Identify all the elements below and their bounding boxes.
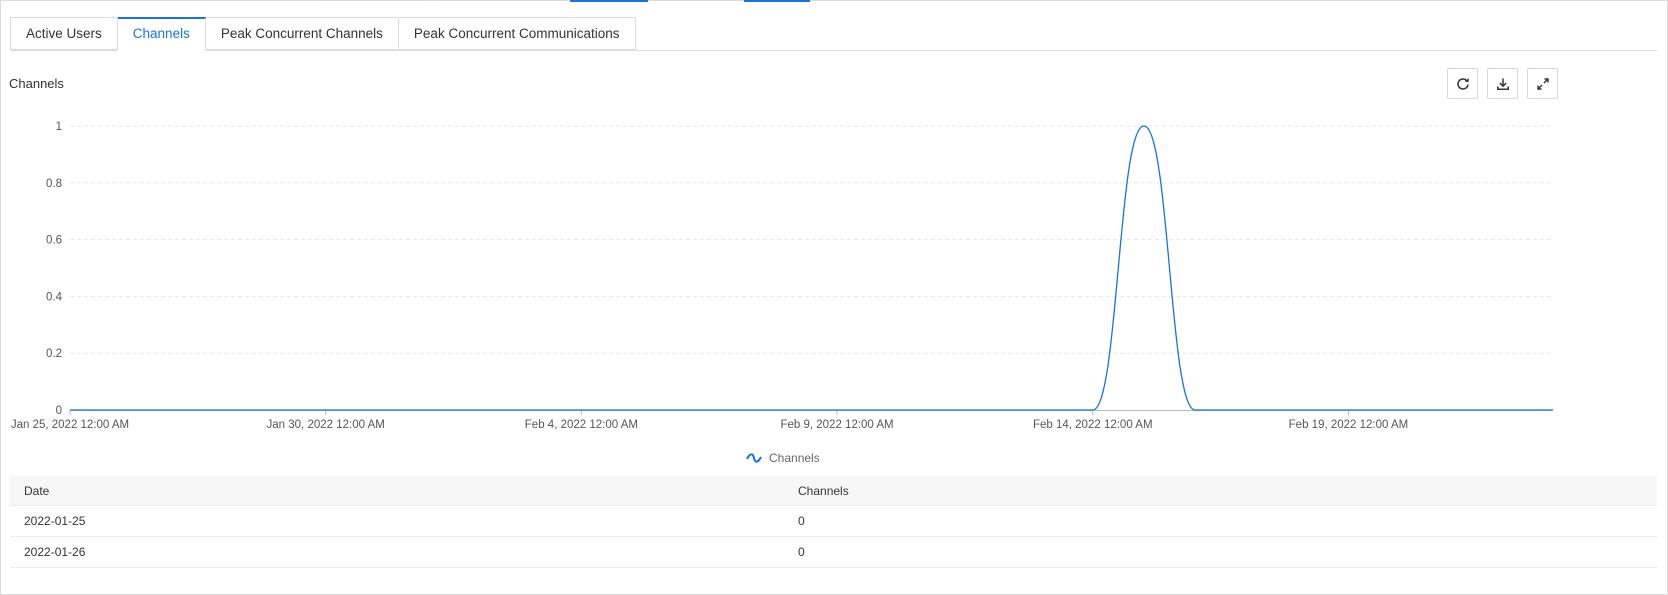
table-cell-channels: 0 — [798, 545, 805, 559]
y-tick-label: 0.4 — [46, 291, 63, 303]
x-tick-label: Jan 25, 2022 12:00 AM — [11, 419, 129, 431]
y-tick-label: 0 — [56, 405, 62, 417]
fullscreen-button[interactable] — [1527, 68, 1558, 99]
legend-label: Channels — [769, 451, 820, 465]
top-strip-accent — [744, 0, 810, 2]
table-cell-date: 2022-01-25 — [24, 514, 86, 528]
column-header-channels: Channels — [798, 483, 849, 498]
legend-line-icon — [746, 453, 762, 463]
table-cell-date: 2022-01-26 — [24, 545, 86, 559]
top-strip — [435, 0, 565, 1]
tab-bar: Active Users Channels Peak Concurrent Ch… — [10, 17, 636, 51]
y-tick-label: 0.6 — [46, 235, 62, 247]
download-icon — [1496, 78, 1509, 90]
chart-title: Channels — [9, 76, 64, 91]
refresh-button[interactable] — [1447, 68, 1478, 99]
series-line-channels — [70, 125, 1553, 411]
top-strip-accent — [570, 0, 648, 2]
x-tick-label: Feb 14, 2022 12:00 AM — [1033, 419, 1153, 431]
tab-active-users[interactable]: Active Users — [10, 17, 118, 50]
download-button[interactable] — [1487, 68, 1518, 99]
table-row: 2022-01-26 0 — [10, 537, 1657, 568]
top-strip — [652, 0, 738, 1]
expand-icon — [1536, 77, 1549, 90]
tab-channels[interactable]: Channels — [117, 17, 206, 51]
refresh-icon — [1456, 77, 1469, 90]
y-tick-label: 1 — [56, 121, 62, 133]
x-tick-label: Feb 9, 2022 12:00 AM — [780, 419, 893, 431]
x-tick-label: Feb 4, 2022 12:00 AM — [525, 419, 638, 431]
table-row: 2022-01-25 0 — [10, 506, 1657, 537]
data-table: Date Channels 2022-01-25 0 2022-01-26 0 — [10, 476, 1657, 568]
x-tick-label: Jan 30, 2022 12:00 AM — [267, 419, 385, 431]
tab-peak-concurrent-channels[interactable]: Peak Concurrent Channels — [205, 17, 399, 50]
table-header: Date Channels — [10, 476, 1657, 506]
x-tick-label: Feb 19, 2022 12:00 AM — [1289, 419, 1409, 431]
y-tick-label: 0.8 — [46, 178, 62, 190]
column-header-date: Date — [24, 483, 50, 498]
chart-legend[interactable]: Channels — [746, 451, 820, 465]
line-chart: 0 0.2 0.4 0.6 0.8 1 Jan 25, 2022 12:00 AM Jan 3… — [11, 121, 1553, 431]
top-strip — [318, 0, 430, 1]
y-tick-label: 0.2 — [46, 348, 62, 360]
tab-peak-concurrent-communications[interactable]: Peak Concurrent Communications — [398, 17, 636, 50]
table-cell-channels: 0 — [798, 514, 805, 528]
